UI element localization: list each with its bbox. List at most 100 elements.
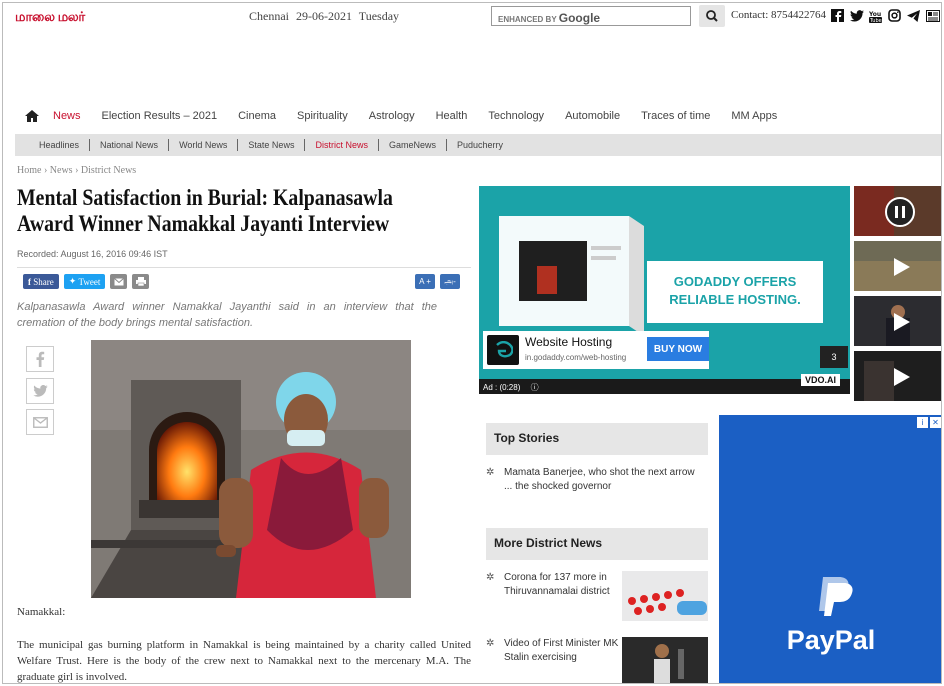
instagram-icon[interactable]	[887, 8, 902, 23]
vertical-twitter-button[interactable]	[26, 378, 54, 404]
search-input[interactable]: ENHANCED BY Google	[491, 6, 691, 26]
subnav-item-national-news[interactable]: National News	[90, 140, 168, 150]
godaddy-logo-icon	[487, 335, 519, 365]
facebook-share-button[interactable]: f Share	[23, 274, 59, 289]
divider	[17, 267, 471, 268]
page-frame: மாலை மலர் Chennai 29-06-2021 Tuesday ENH…	[2, 2, 942, 684]
ad-title: Website Hosting	[525, 335, 613, 349]
subnav-item-state-news[interactable]: State News	[238, 140, 304, 150]
asterisk-icon: ✲	[486, 467, 495, 478]
nav-item-health[interactable]: Health	[436, 110, 468, 122]
search-icon	[706, 10, 718, 22]
email-share-button[interactable]	[110, 274, 128, 289]
nav-item-automobile[interactable]: Automobile	[565, 110, 620, 122]
ad-timer: Ad : (0:28)	[483, 383, 521, 392]
youtube-icon[interactable]: You Tube	[868, 8, 883, 23]
article-timestamp: Recorded: August 16, 2016 09:46 IST	[17, 249, 168, 259]
breadcrumb-district-news[interactable]: District News	[81, 165, 136, 176]
subnav-item-district-news[interactable]: District News	[305, 140, 378, 150]
font-decrease-button[interactable]: அ-	[440, 274, 460, 289]
nav-item-traces-of-time[interactable]: Traces of time	[641, 110, 710, 122]
story-link[interactable]: Corona for 137 more in Thiruvannamalai d…	[504, 571, 622, 599]
main-nav: News Election Results – 2021 Cinema Spir…	[3, 99, 941, 133]
facebook-icon: f	[28, 276, 31, 287]
ad-banner[interactable]: Website Hosting in.godaddy.com/web-hosti…	[483, 331, 709, 369]
list-item[interactable]: ✲ Corona for 137 more in Thiruvannamalai…	[486, 571, 708, 623]
site-logo[interactable]: மாலை மலர்	[15, 9, 85, 26]
article-summary: Kalpanasawla Award winner Namakkal Jayan…	[17, 301, 437, 329]
paypal-brand: PayPal	[786, 625, 876, 655]
email-icon	[32, 416, 48, 428]
list-item[interactable]: ✲ Mamata Banerjee, who shot the next arr…	[486, 466, 708, 496]
story-link[interactable]: Video of First Minister MK Stalin exerci…	[504, 637, 622, 665]
ad-skip-counter[interactable]: 3	[820, 346, 848, 368]
facebook-icon[interactable]	[830, 8, 845, 23]
nav-item-election-results[interactable]: Election Results – 2021	[102, 110, 218, 122]
breadcrumb: Home › News › District News	[17, 165, 136, 176]
home-icon[interactable]	[25, 109, 39, 123]
nav-item-mm-apps[interactable]: MM Apps	[731, 110, 777, 122]
nav-item-news[interactable]: News	[53, 110, 81, 122]
subnav-item-puducherry[interactable]: Puducherry	[447, 140, 513, 150]
ad-url: in.godaddy.com/web-hosting	[525, 353, 627, 362]
search-brand: Google	[558, 11, 601, 25]
ad-headline: GODADDY OFFERS RELIABLE HOSTING.	[647, 261, 823, 323]
nav-item-cinema[interactable]: Cinema	[238, 110, 276, 122]
vertical-email-button[interactable]	[26, 409, 54, 435]
top-bar: மாலை மலர் Chennai 29-06-2021 Tuesday ENH…	[3, 3, 941, 31]
breadcrumb-sep: ›	[43, 165, 48, 176]
search-button[interactable]	[699, 5, 725, 27]
print-icon	[135, 277, 146, 286]
subnav-item-gamenews[interactable]: GameNews	[379, 140, 446, 150]
contact-label: Contact:	[731, 9, 769, 21]
facebook-icon	[36, 351, 45, 367]
font-size-controls: A + அ-	[415, 274, 460, 289]
paypal-ad[interactable]: i ✕ PayPal	[719, 415, 941, 683]
article-dateline: Namakkal:	[17, 606, 66, 618]
newsletter-icon[interactable]	[925, 8, 940, 23]
twitter-icon[interactable]	[849, 8, 864, 23]
nav-item-spirituality[interactable]: Spirituality	[297, 110, 348, 122]
dateline: Chennai 29-06-2021 Tuesday	[249, 9, 403, 24]
story-thumbnail[interactable]	[622, 571, 708, 621]
ad-controls: i ✕	[917, 417, 941, 428]
video-ad[interactable]: GODADDY OFFERS RELIABLE HOSTING. Website…	[479, 186, 850, 394]
date: 29-06-2021	[296, 9, 352, 23]
video-thumb[interactable]	[854, 351, 941, 401]
email-icon	[114, 277, 124, 285]
article-photo	[91, 340, 411, 598]
paypal-logo-icon	[819, 577, 853, 616]
tweet-button[interactable]: ✦ Tweet	[63, 274, 106, 289]
vdo-brand[interactable]: VDO.AI	[801, 374, 841, 386]
story-link[interactable]: Mamata Banerjee, who shot the next arrow…	[504, 466, 700, 494]
list-item[interactable]: ✲ Video of First Minister MK Stalin exer…	[486, 637, 708, 683]
info-icon[interactable]: ⓘ	[531, 383, 539, 392]
breadcrumb-home[interactable]: Home	[17, 165, 41, 176]
contact-number: 8754422764	[771, 9, 827, 21]
close-icon[interactable]: ✕	[930, 417, 941, 428]
video-thumb[interactable]	[854, 186, 941, 236]
telegram-icon[interactable]	[906, 8, 921, 23]
buy-now-button[interactable]: BUY NOW	[647, 337, 709, 361]
svg-text:Tube: Tube	[869, 18, 882, 23]
video-thumb[interactable]	[854, 296, 941, 346]
print-button[interactable]	[132, 274, 150, 289]
twitter-icon: ✦	[68, 276, 77, 286]
nav-item-astrology[interactable]: Astrology	[369, 110, 415, 122]
ad-progress-bar: Ad : (0:28) ⓘ	[479, 379, 850, 394]
subnav-item-headlines[interactable]: Headlines	[29, 140, 89, 150]
tweet-label: Tweet	[78, 276, 101, 287]
share-label: Share	[33, 276, 54, 287]
share-bar: f Share ✦ Tweet	[23, 274, 150, 289]
breadcrumb-sep: ›	[75, 165, 79, 176]
asterisk-icon: ✲	[486, 572, 495, 583]
font-increase-button[interactable]: A +	[415, 274, 435, 289]
breadcrumb-news[interactable]: News	[50, 165, 73, 176]
vertical-facebook-button[interactable]	[26, 346, 54, 372]
info-icon[interactable]: i	[917, 417, 928, 428]
story-thumbnail[interactable]	[622, 637, 708, 683]
nav-item-technology[interactable]: Technology	[488, 110, 544, 122]
video-thumb[interactable]	[854, 241, 941, 291]
subnav-item-world-news[interactable]: World News	[169, 140, 237, 150]
top-stories-header: Top Stories	[486, 423, 708, 455]
